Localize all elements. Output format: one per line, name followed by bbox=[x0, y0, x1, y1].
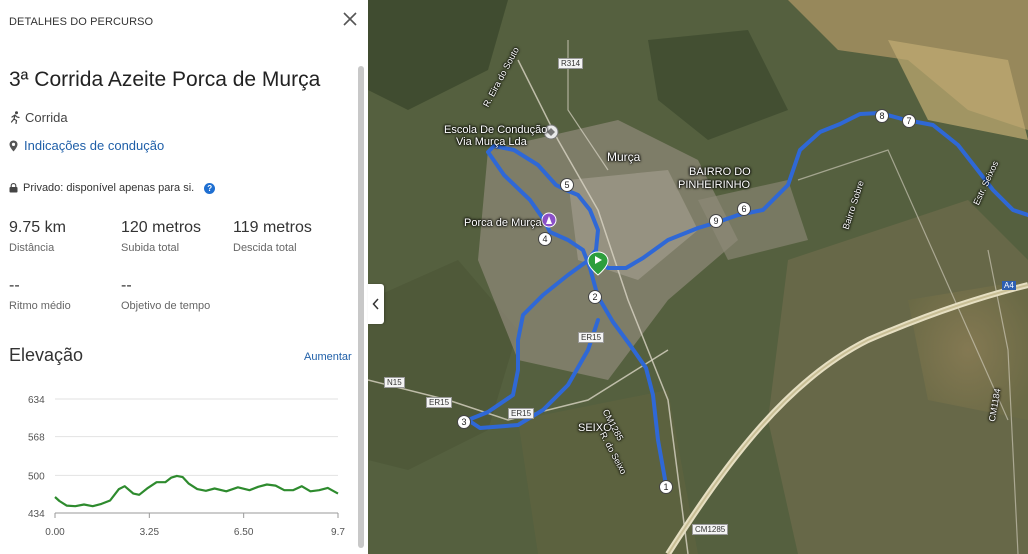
stat-distance: 9.75 km Distância bbox=[9, 219, 66, 254]
waypoint-marker[interactable]: 5 bbox=[560, 178, 574, 192]
waypoint-marker[interactable]: 6 bbox=[737, 202, 751, 216]
panel-header: DETALHES DO PERCURSO bbox=[9, 16, 154, 28]
lock-icon bbox=[9, 183, 18, 193]
stat-label: Ritmo médio bbox=[9, 300, 71, 312]
satellite-map[interactable]: 1 2 3 4 5 6 78 9 Escola De Condução Via Murça L… bbox=[368, 0, 1028, 554]
waypoint-marker[interactable]: 8 bbox=[875, 109, 889, 123]
chart-y-tick-label: 634 bbox=[28, 395, 45, 406]
activity-type: Corrida bbox=[9, 110, 68, 125]
map-label-pinheirinho: PINHEIRINHO bbox=[678, 179, 751, 191]
waypoint-marker[interactable]: 3 bbox=[457, 415, 471, 429]
map-label-porca-de-murca: Porca de Murça bbox=[464, 217, 542, 229]
stat-average-pace: -- Ritmo médio bbox=[9, 277, 71, 312]
chart-x-tick-label: 3.25 bbox=[140, 527, 160, 538]
map-label-murca: Murça bbox=[607, 150, 641, 164]
road-badge: ER15 bbox=[578, 332, 605, 343]
map-label-school-line2: Via Murça Lda bbox=[456, 136, 527, 148]
chart-y-tick-label: 568 bbox=[28, 433, 45, 444]
road-badge: N15 bbox=[384, 377, 405, 388]
waypoint-marker[interactable]: 9 bbox=[709, 214, 723, 228]
map-label-school: Escola De Condução bbox=[444, 124, 548, 136]
chart-y-tick-label: 500 bbox=[28, 471, 45, 482]
help-icon[interactable]: ? bbox=[204, 182, 216, 194]
stat-value: -- bbox=[9, 277, 20, 294]
elevation-chart: 634 568 500 4340.00 3.25 6.50 9.7 bbox=[28, 395, 345, 538]
road-badge: ER15 bbox=[426, 397, 453, 408]
map-imagery[interactable] bbox=[368, 0, 1028, 554]
elevation-profile-line bbox=[54, 474, 339, 508]
stat-label: Objetivo de tempo bbox=[121, 300, 211, 312]
stat-label: Descida total bbox=[233, 242, 297, 254]
stat-value: 119 metros bbox=[233, 219, 312, 236]
stat-ascent: 120 metros Subida total bbox=[121, 219, 201, 254]
running-icon bbox=[10, 111, 20, 124]
route-details-panel: DETALHES DO PERCURSO 3ª Corrida Azeite P… bbox=[0, 0, 368, 554]
stat-label: Subida total bbox=[121, 242, 180, 254]
waypoint-marker[interactable]: 2 bbox=[588, 290, 602, 304]
close-button[interactable] bbox=[340, 9, 360, 29]
poi-marker[interactable] bbox=[541, 212, 557, 228]
motorway-badge: A4 bbox=[1002, 281, 1016, 290]
stat-time-goal: -- Objetivo de tempo bbox=[121, 277, 210, 312]
stat-value: 120 metros bbox=[121, 219, 202, 236]
chevron-left-icon bbox=[372, 298, 379, 310]
driving-directions-link[interactable]: Indicações de condução bbox=[24, 138, 164, 153]
road-badge: CM1285 bbox=[692, 524, 729, 535]
privacy-status: Privado: disponível apenas para si. ? bbox=[9, 182, 216, 194]
stat-label: Distância bbox=[9, 242, 55, 254]
chart-x-tick-label: 6.50 bbox=[234, 527, 254, 538]
close-icon bbox=[343, 12, 357, 26]
panel-scrollbar[interactable] bbox=[358, 66, 364, 548]
road-badge: ER15 bbox=[508, 408, 535, 419]
privacy-label: Privado: disponível apenas para si. bbox=[23, 182, 195, 194]
chart-y-tick-label: 434 bbox=[28, 509, 45, 520]
chart-x-tick-label: 0.00 bbox=[45, 527, 65, 538]
stat-descent: 119 metros Descida total bbox=[233, 219, 312, 254]
collapse-panel-button[interactable] bbox=[368, 284, 384, 324]
stat-value: 9.75 km bbox=[9, 219, 66, 236]
expand-elevation-link[interactable]: Aumentar bbox=[304, 351, 352, 363]
waypoint-marker[interactable]: 7 bbox=[902, 114, 916, 128]
chart-x-tick-label: 9.7 bbox=[331, 527, 345, 538]
road-badge: R314 bbox=[558, 58, 584, 69]
activity-label: Corrida bbox=[25, 110, 68, 125]
route-title: 3ª Corrida Azeite Porca de Murça bbox=[9, 68, 321, 91]
stat-value: -- bbox=[121, 277, 132, 294]
waypoint-marker[interactable]: 4 bbox=[538, 232, 552, 246]
waypoint-marker[interactable]: 1 bbox=[659, 480, 673, 494]
elevation-title: Elevação bbox=[9, 345, 84, 365]
location-pin-icon bbox=[9, 140, 18, 151]
map-label-bairro: BAIRRO DO bbox=[689, 166, 751, 178]
directions-row[interactable]: Indicações de condução bbox=[9, 138, 164, 153]
